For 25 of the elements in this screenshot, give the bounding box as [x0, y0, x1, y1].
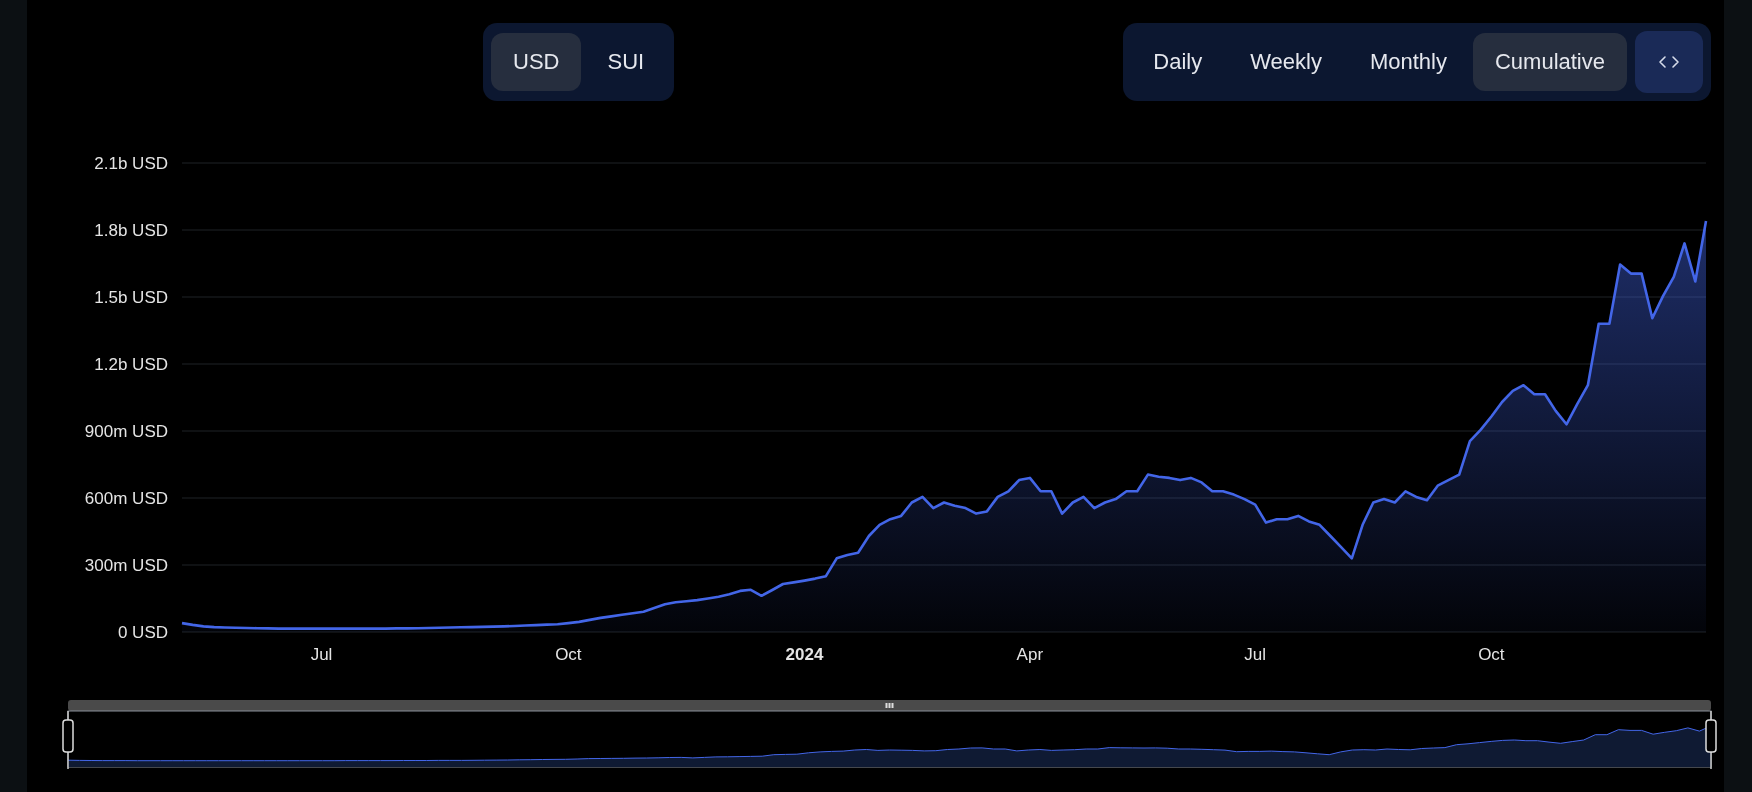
toggle-button[interactable]: SUI	[585, 33, 667, 91]
toggle-button[interactable]: USD	[491, 33, 582, 91]
grip-icon	[885, 703, 894, 708]
toggle-button[interactable]: Weekly	[1228, 33, 1344, 91]
slider-handle[interactable]	[1705, 710, 1717, 770]
axis-label: 300m USD	[84, 556, 168, 575]
code-icon	[1658, 55, 1680, 69]
axis-label: Apr	[1016, 645, 1044, 664]
axis-label: Jul	[1244, 645, 1267, 664]
axis-label: 900m USD	[84, 422, 168, 441]
axis-label: 1.8b USD	[94, 221, 168, 240]
axis-label: 2024	[785, 645, 824, 664]
axis-label: 1.5b USD	[94, 288, 168, 307]
toggle-button[interactable]: Daily	[1131, 33, 1225, 91]
axis-label: 1.2b USD	[94, 355, 168, 374]
axis-label: Oct	[1478, 645, 1505, 664]
axis-label: 2.1b USD	[94, 157, 168, 173]
axis-label: 600m USD	[84, 489, 168, 508]
toggle-button[interactable]: Monthly	[1347, 33, 1469, 91]
axis-label: Jul	[310, 645, 333, 664]
axis-label: Oct	[555, 645, 582, 664]
toggle-button[interactable]: Cumulative	[1472, 33, 1627, 91]
range-slider[interactable]	[62, 700, 1717, 770]
slider-handle[interactable]	[62, 710, 74, 770]
axis-label: 0 USD	[117, 623, 168, 642]
